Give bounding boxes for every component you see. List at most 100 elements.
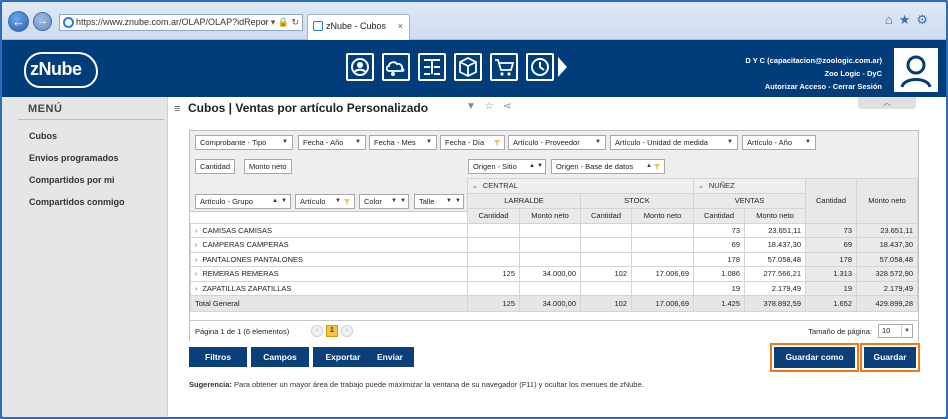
enviar-button[interactable]: Enviar	[366, 347, 414, 367]
table-cell: 125	[467, 266, 520, 282]
favorites-star-icon[interactable]: ★	[899, 12, 917, 27]
column-field-origen-sitio[interactable]: Origen - Sitio ▲ ▼	[468, 159, 546, 174]
filter-field-articulo-anio[interactable]: Artículo - Año ▼	[742, 135, 816, 150]
tab-znube-cubos[interactable]: zNube - Cubos ×	[307, 14, 410, 40]
table-row: › CAMPERAS CAMPERAS 69 18.437,30 69 18.437,30	[190, 237, 918, 253]
expand-chevron-icon[interactable]: ›	[195, 228, 197, 235]
clock-report-icon[interactable]	[526, 53, 554, 81]
address-bar[interactable]: https://www.znube.com.ar/OLAP/OLAP?idRep…	[59, 14, 303, 31]
forward-arrow-icon[interactable]: →	[33, 12, 52, 31]
hamburger-menu-icon[interactable]: ≡	[174, 103, 183, 115]
measure-header: Cantidad	[693, 207, 745, 224]
funnel-icon[interactable]: ▼	[426, 136, 432, 149]
table-cell	[580, 222, 632, 238]
active-filter-icon[interactable]	[654, 164, 660, 170]
znube-logo[interactable]: zNube	[24, 52, 98, 88]
funnel-icon[interactable]: ▼	[282, 136, 288, 149]
table-cell: 73	[805, 222, 857, 238]
data-field-monto-neto[interactable]: Monto neto	[244, 159, 292, 174]
table-cell: 1.425	[693, 295, 745, 312]
tab-close-icon[interactable]: ×	[398, 15, 403, 37]
exportar-button[interactable]: Exportar	[313, 347, 373, 367]
collapse-header-button[interactable]: ︿	[858, 97, 916, 109]
sort-up-icon[interactable]: ▲	[529, 160, 535, 173]
sidebar-item-compartidos-por-mi[interactable]: Compartidos por mi	[29, 175, 115, 185]
current-page[interactable]: 1	[326, 325, 338, 337]
table-cell: 23.651,11	[856, 222, 918, 238]
filter-field-fecha-mes[interactable]: Fecha - Mes ▼	[369, 135, 437, 150]
funnel-icon[interactable]: ▼	[727, 136, 733, 149]
filter-field-fecha-anio[interactable]: Fecha - Año ▼	[298, 135, 366, 150]
measure-header: Cantidad	[580, 207, 632, 224]
cloud-sync-icon[interactable]	[382, 53, 410, 81]
chevron-down-icon[interactable]: ▼	[901, 325, 912, 337]
table-row-total: Total General 125 34.000,00 102 17.006,69 1.4…	[190, 295, 918, 312]
field-label: Fecha - Año	[303, 138, 344, 147]
sort-up-icon[interactable]: ▲	[646, 160, 652, 173]
avatar[interactable]	[894, 48, 938, 92]
page-size-label: Tamaño de página:	[808, 327, 872, 336]
app-header: zNube D Y C (capacitacion@zoologic.com.a…	[2, 40, 946, 97]
table-cell: 34.000,00	[519, 295, 581, 312]
measure-header: Monto neto	[744, 207, 806, 224]
hierarchy-icon[interactable]	[418, 53, 446, 81]
prev-page-icon[interactable]: ‹	[311, 325, 323, 337]
table-cell: 2.179,49	[856, 280, 918, 296]
settings-gear-icon[interactable]: ⚙	[916, 12, 934, 27]
sidebar-item-cubos[interactable]: Cubos	[29, 131, 57, 141]
hint-label: Sugerencia:	[189, 380, 232, 389]
funnel-icon[interactable]: ▼	[595, 136, 601, 149]
filtros-button[interactable]: Filtros	[189, 347, 247, 367]
row-label[interactable]: › CAMISAS CAMISAS	[190, 222, 468, 238]
table-cell	[519, 237, 581, 253]
next-page-icon[interactable]: ›	[341, 325, 353, 337]
expand-chevron-icon[interactable]: ›	[195, 242, 197, 249]
expand-chevron-icon[interactable]: ›	[195, 286, 197, 293]
expand-chevron-icon[interactable]: ›	[195, 271, 197, 278]
home-icon[interactable]: ⌂	[885, 12, 899, 27]
filter-field-articulo-unidad[interactable]: Artículo - Unidad de medida ▼	[610, 135, 738, 150]
funnel-icon[interactable]: ▼	[355, 136, 361, 149]
row-label[interactable]: › PANTALONES PANTALONES	[190, 251, 468, 267]
column-field-origen-base-datos[interactable]: Origen - Base de datos ▲	[551, 159, 665, 174]
address-tools-icon[interactable]: ⌕ ▾ 🔒 ↻	[263, 15, 299, 30]
collapse-arrow-icon[interactable]: ⌄	[698, 183, 704, 190]
row-label[interactable]: › ZAPATILLAS ZAPATILLAS	[190, 280, 468, 296]
table-cell: 73	[693, 222, 745, 238]
pivot-grid: Comprobante - Tipo ▼ Fecha - Año ▼ Fecha -…	[189, 130, 919, 341]
filter-field-comprobante-tipo[interactable]: Comprobante - Tipo ▼	[195, 135, 293, 150]
row-label[interactable]: › REMERAS REMERAS	[190, 266, 468, 282]
back-arrow-icon[interactable]: ←	[8, 11, 29, 32]
sidebar-item-envios-programados[interactable]: Envios programados	[29, 153, 119, 163]
funnel-icon[interactable]: ▼	[805, 136, 811, 149]
row-label[interactable]: › CAMPERAS CAMPERAS	[190, 237, 468, 253]
user-actions[interactable]: Autorizar Acceso - Cerrar Sesión	[745, 80, 882, 93]
more-modules-arrow-icon[interactable]	[558, 57, 567, 77]
active-filter-icon[interactable]	[494, 140, 500, 146]
grand-total-monto-header: Monto neto	[856, 178, 918, 224]
table-cell: 277.566,21	[744, 266, 806, 282]
table-cell: 17.006,69	[631, 266, 694, 282]
cube-icon[interactable]	[454, 53, 482, 81]
guardar-button[interactable]: Guardar	[864, 347, 916, 368]
guardar-como-button[interactable]: Guardar como	[774, 347, 855, 368]
collapse-arrow-icon[interactable]: ⌄	[472, 183, 478, 190]
filter-field-fecha-dia[interactable]: Fecha - Día	[440, 135, 505, 150]
share-icon[interactable]: ⋖	[503, 101, 520, 112]
expand-chevron-icon[interactable]: ›	[195, 257, 197, 264]
tab-title: zNube - Cubos	[326, 21, 387, 31]
filter-funnel-icon[interactable]: ▼	[466, 101, 485, 112]
col-header-nunez[interactable]: ⌄ NUÑEZ	[693, 178, 806, 194]
filter-field-articulo-proveedor[interactable]: Artículo - Proveedor ▼	[508, 135, 606, 150]
page-size-value: 10	[882, 326, 891, 335]
page-size-select[interactable]: 10 ▼	[878, 324, 913, 338]
campos-button[interactable]: Campos	[251, 347, 309, 367]
sidebar-item-compartidos-conmigo[interactable]: Compartidos conmigo	[29, 197, 125, 207]
data-field-cantidad[interactable]: Cantidad	[195, 159, 236, 174]
table-cell	[631, 280, 694, 296]
shopping-cart-icon[interactable]	[490, 53, 518, 81]
funnel-icon[interactable]: ▼	[537, 160, 543, 173]
user-settings-icon[interactable]	[346, 53, 374, 81]
col-header-central[interactable]: ⌄ CENTRAL	[467, 178, 694, 194]
favorite-star-icon[interactable]: ☆	[485, 101, 503, 112]
